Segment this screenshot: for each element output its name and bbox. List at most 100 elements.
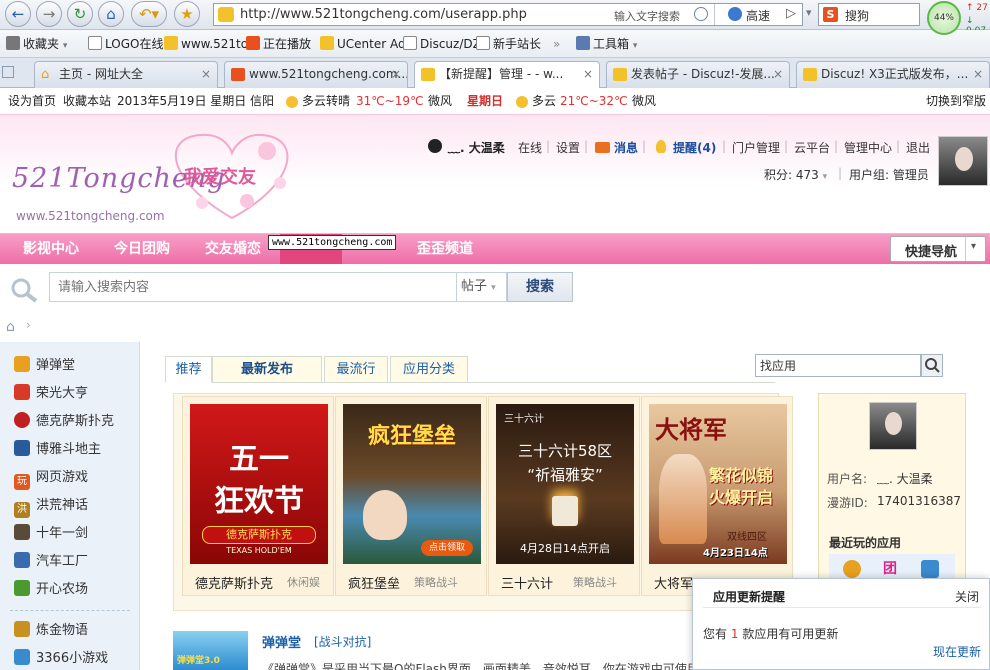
sidebar-item-happy-farm[interactable]: 开心农场	[14, 576, 88, 604]
back-arrow-icon: ←	[11, 5, 25, 23]
switch-narrow-link[interactable]: 切换到窄版	[926, 88, 986, 115]
tab-close-icon[interactable]: ×	[973, 62, 983, 87]
game-banner[interactable]: 疯狂堡垒 点击领取	[343, 404, 481, 564]
sidebar-item-3366-games[interactable]: 3366小游戏	[14, 645, 108, 670]
sidebar-item-rongguang[interactable]: 荣光大亨	[14, 380, 88, 408]
recent-app-icon[interactable]	[921, 560, 939, 578]
sidebar-item-honghuang[interactable]: 洪洪荒神话	[14, 492, 88, 520]
recent-app-icon[interactable]	[843, 560, 861, 578]
game-card-general[interactable]: 大将军 繁花似锦 火爆开启 双线四区 4月23日14点 大将军	[641, 396, 793, 596]
featured-app-title[interactable]: 弹弹堂	[262, 632, 301, 651]
search-type-select[interactable]: 帖子 ▾	[457, 272, 507, 302]
tab-categories[interactable]: 应用分类	[390, 356, 468, 383]
speed-mode-label[interactable]: 高速	[746, 7, 770, 24]
bookmark-newbie[interactable]: 新手站长	[476, 35, 541, 53]
bookmark-favorites[interactable]: 收藏夹 ▾	[6, 35, 67, 55]
tab-discuz-x3[interactable]: Discuz! X3正式版发布，... ×	[796, 61, 990, 88]
search-icon	[925, 358, 940, 373]
recent-app-icon[interactable]: 团	[883, 558, 901, 578]
online-status[interactable]: 在线	[518, 139, 542, 156]
tab-new-alert-admin[interactable]: 【新提醒】管理 - - w... ×	[414, 61, 600, 89]
bookmark-logo-online[interactable]: LOGO在线	[88, 35, 163, 53]
menu-movies[interactable]: 影视中心	[23, 234, 79, 265]
go-arrow-icon[interactable]: ▷	[786, 6, 796, 21]
undo-icon: ↶▾	[138, 5, 160, 23]
tab-list-icon[interactable]	[2, 66, 14, 78]
speed-ball-widget[interactable]: 44%	[927, 1, 961, 35]
portal-admin-link[interactable]: 门户管理	[732, 139, 780, 156]
username-link[interactable]: ﹏. 大温柔	[448, 139, 505, 156]
sidebar-item-boya-doudizhu[interactable]: 博雅斗地主	[14, 436, 101, 464]
weather-day2: 星期日	[467, 94, 504, 108]
game-banner[interactable]: 三十六计 三十六计58区 “祈福雅安” 4月28日14点开启	[496, 404, 634, 564]
tab-close-icon[interactable]: ×	[773, 62, 783, 87]
tab-close-icon[interactable]: ×	[583, 62, 593, 87]
points-dropdown[interactable]: 积分: 473 ▾	[764, 166, 827, 183]
game-name[interactable]: 大将军	[654, 573, 693, 592]
popup-close-link[interactable]: 关闭	[955, 588, 979, 605]
game-banner[interactable]: 五一 狂欢节 德克萨斯扑克 TEXAS HOLD'EM	[190, 404, 328, 564]
search-input[interactable]	[49, 272, 457, 302]
cloud-platform-link[interactable]: 云平台	[794, 139, 830, 156]
back-button[interactable]: ←	[5, 1, 31, 27]
tab-close-icon[interactable]: ×	[391, 62, 401, 87]
game-card-36-stratagems[interactable]: 三十六计 三十六计58区 “祈福雅安” 4月28日14点开启 三十六计 策略战斗	[488, 396, 640, 596]
panel-avatar[interactable]	[869, 402, 917, 450]
game-banner[interactable]: 大将军 繁花似锦 火爆开启 双线四区 4月23日14点	[649, 404, 787, 564]
refresh-button[interactable]: ↻	[67, 1, 93, 27]
game-name[interactable]: 德克萨斯扑克	[195, 573, 273, 592]
app-search-button[interactable]	[921, 354, 943, 377]
sidebar-item-shinian[interactable]: 十年一剑	[14, 520, 88, 548]
logout-link[interactable]: 退出	[906, 139, 930, 156]
sidebar-item-car-factory[interactable]: 汽车工厂	[14, 548, 88, 576]
home-icon[interactable]: ⌂	[6, 319, 15, 335]
sidebar-item-texas-poker[interactable]: 德克萨斯扑克	[14, 408, 114, 436]
menu-waiwai-channel[interactable]: 歪歪频道	[417, 234, 473, 265]
bookmark-now-playing[interactable]: 正在播放	[246, 35, 311, 53]
tab-recommend[interactable]: 推荐	[165, 356, 212, 383]
nav-separator: |	[642, 139, 647, 153]
url-text[interactable]: http://www.521tongcheng.com/userapp.php	[240, 7, 527, 22]
featured-app-tag[interactable]: [战斗对抗]	[314, 633, 371, 650]
quick-nav-button[interactable]: 快捷导航 ▾	[890, 236, 986, 262]
address-dropdown-icon[interactable]: ▾	[806, 6, 812, 19]
set-homepage-link[interactable]: 设为首页	[8, 88, 56, 115]
admin-center-link[interactable]: 管理中心	[844, 139, 892, 156]
bookmark-discuz[interactable]: Discuz/DZ	[403, 35, 481, 53]
avatar[interactable]	[938, 136, 988, 186]
bookmark-site-link[interactable]: 收藏本站	[63, 88, 111, 115]
tab-latest[interactable]: 最新发布	[212, 356, 322, 383]
tab-post-thread[interactable]: 发表帖子 - Discuz!-发展... ×	[606, 61, 790, 88]
messages-link[interactable]: 消息	[614, 139, 638, 156]
search-button[interactable]: 搜索	[507, 272, 573, 302]
bookmark-ucenter[interactable]: UCenter Ad	[320, 35, 406, 53]
game-card-texas-poker[interactable]: 五一 狂欢节 德克萨斯扑克 TEXAS HOLD'EM 德克萨斯扑克 休闲娱	[182, 396, 334, 596]
menu-group-buy[interactable]: 今日团购	[114, 234, 170, 265]
tab-home[interactable]: ⌂ 主页 - 网址大全 ×	[34, 61, 218, 88]
sidebar-item-alchemy[interactable]: 炼金物语	[14, 617, 88, 645]
menu-dating[interactable]: 交友婚恋	[205, 234, 261, 265]
game-name[interactable]: 疯狂堡垒	[348, 573, 400, 592]
undo-close-button[interactable]: ↶▾	[131, 1, 167, 27]
home-button[interactable]: ⌂	[98, 1, 124, 27]
bookmark-toolbox[interactable]: 工具箱 ▾	[576, 35, 637, 55]
tab-popular[interactable]: 最流行	[324, 356, 388, 383]
app-search-input[interactable]	[755, 354, 921, 377]
game-name[interactable]: 三十六计	[501, 573, 553, 592]
alerts-link[interactable]: 提醒(4)	[673, 139, 716, 156]
update-now-link[interactable]: 现在更新	[933, 643, 981, 660]
bookmark-521to[interactable]: www.521to	[164, 35, 248, 53]
sidebar-item-danDanTang[interactable]: 弹弹堂	[14, 352, 75, 380]
game-card-crazy-fort[interactable]: 疯狂堡垒 点击领取 疯狂堡垒 策略战斗	[335, 396, 487, 596]
forward-button[interactable]: →	[36, 1, 62, 27]
settings-link[interactable]: 设置	[556, 139, 580, 156]
favorite-button[interactable]: ★	[174, 1, 200, 27]
tab-521tongcheng[interactable]: www.521tongcheng.com... ×	[224, 61, 408, 88]
address-bar[interactable]: http://www.521tongcheng.com/userapp.php …	[213, 3, 803, 26]
tab-close-icon[interactable]: ×	[201, 62, 211, 87]
site-logo[interactable]: 521Tongcheng 我爱交友 www.521tongcheng.com	[12, 123, 302, 228]
sidebar-item-web-games[interactable]: 玩网页游戏	[14, 464, 88, 492]
featured-app-thumbnail[interactable]: 弹弹堂3.0	[173, 631, 248, 670]
browser-search-box[interactable]: S 搜狗	[818, 3, 920, 26]
bookmarks-overflow-icon[interactable]: »	[553, 35, 560, 53]
